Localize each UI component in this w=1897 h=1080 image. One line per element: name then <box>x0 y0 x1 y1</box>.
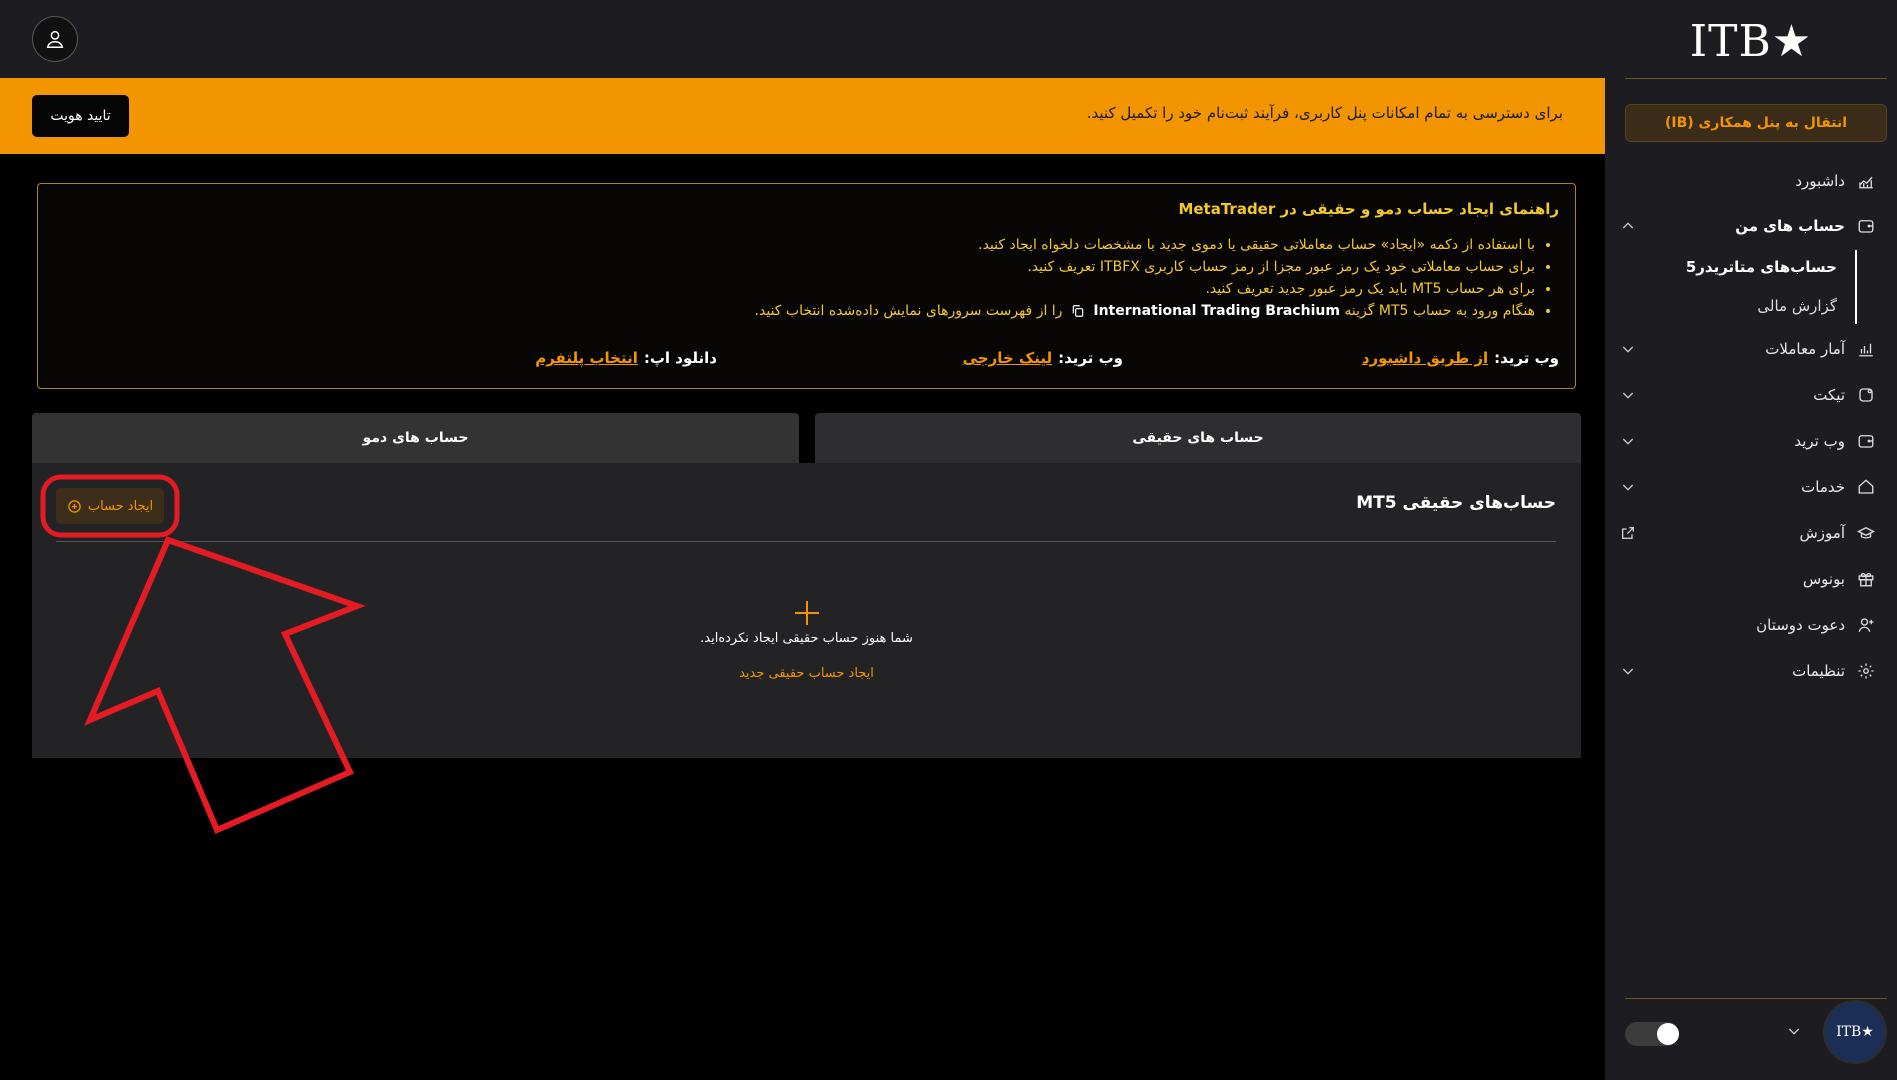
tab-real-accounts[interactable]: حساب های حقیقی <box>815 413 1581 463</box>
guide-item: هنگام ورود به حساب MT5 گزینه Internation… <box>755 300 1535 322</box>
bar-chart-icon <box>1855 338 1877 360</box>
create-real-account-link[interactable]: ایجاد حساب حقیقی جدید <box>32 666 1581 681</box>
link-label: وب ترید: <box>1494 349 1559 367</box>
chevron-up-icon[interactable] <box>1617 215 1639 237</box>
submenu-indicator <box>1855 250 1857 324</box>
plus-icon <box>795 601 819 625</box>
sidebar-item-label: آموزش <box>1799 524 1845 542</box>
plus-circle-icon <box>68 499 81 513</box>
user-icon <box>46 30 64 48</box>
sidebar-subitem-mt5-accounts[interactable]: حساب‌های متاتریدر5 <box>1686 258 1837 276</box>
sidebar-item-trade-stats[interactable]: آمار معاملات <box>1617 334 1877 364</box>
sidebar-item-services[interactable]: خدمات <box>1617 472 1877 502</box>
sidebar-item-label: حساب های من <box>1735 217 1845 235</box>
gear-icon <box>1855 660 1877 682</box>
guide-title: راهنمای ایجاد حساب دمو و حقیقی در MetaTr… <box>1178 200 1559 218</box>
metatrader-guide: راهنمای ایجاد حساب دمو و حقیقی در MetaTr… <box>37 183 1576 389</box>
user-profile-button[interactable] <box>32 16 78 62</box>
guide-item: برای حساب معاملاتی خود یک رمز عبور مجزا … <box>755 256 1535 278</box>
ticket-icon <box>1855 384 1877 406</box>
webtrade-dashboard: وب ترید: از طریق داشبورد <box>1362 349 1559 367</box>
sidebar-item-label: دعوت دوستان <box>1756 616 1845 634</box>
create-account-label: ایجاد حساب <box>87 498 154 514</box>
wallet-icon <box>1855 430 1877 452</box>
graduation-cap-icon <box>1855 522 1877 544</box>
user-plus-icon <box>1855 614 1877 636</box>
panel-divider <box>56 541 1556 542</box>
chevron-down-icon[interactable] <box>1617 476 1639 498</box>
sidebar-item-label: تیکت <box>1813 386 1845 404</box>
chevron-down-icon[interactable] <box>1617 430 1639 452</box>
banner-text: برای دسترسی به تمام امکانات پنل کاربری، … <box>1086 104 1563 122</box>
link-label: دانلود اپ: <box>643 349 717 367</box>
real-accounts-panel: حساب‌های حقیقی MT5 ایجاد حساب شما هنوز ح… <box>32 463 1581 758</box>
sidebar-item-label: بونوس <box>1802 570 1845 588</box>
sidebar-divider <box>1625 78 1887 79</box>
sidebar-item-ticket[interactable]: تیکت <box>1617 380 1877 410</box>
panel-title: حساب‌های حقیقی MT5 <box>1356 493 1556 513</box>
sidebar-item-label: آمار معاملات <box>1765 340 1845 358</box>
create-account-button[interactable]: ایجاد حساب <box>56 488 164 524</box>
chevron-down-icon[interactable] <box>1617 338 1639 360</box>
ib-panel-button[interactable]: انتقال به پنل همکاری (IB) <box>1625 104 1887 142</box>
sidebar-item-education[interactable]: آموزش <box>1617 518 1877 548</box>
top-header <box>0 0 1605 78</box>
tab-demo-accounts[interactable]: حساب های دمو <box>32 413 799 463</box>
choose-platform-link[interactable]: انتخاب پلتفرم <box>535 349 638 367</box>
wallet-icon <box>1855 215 1877 237</box>
sidebar-item-settings[interactable]: تنظیمات <box>1617 656 1877 686</box>
sidebar-item-invite-friends[interactable]: دعوت دوستان <box>1617 610 1877 640</box>
chevron-down-icon[interactable] <box>1617 384 1639 406</box>
guide-list: با استفاده از دکمه «ایجاد» حساب معاملاتی… <box>755 234 1535 322</box>
sidebar-item-label: داشبورد <box>1795 172 1845 190</box>
chevron-down-icon[interactable] <box>1783 1020 1805 1042</box>
home-icon <box>1855 476 1877 498</box>
guide-item-text: هنگام ورود به حساب MT5 گزینه <box>1344 303 1535 319</box>
sidebar-item-label: وب ترید <box>1794 432 1845 450</box>
chevron-down-icon[interactable] <box>1617 660 1639 682</box>
guide-item: با استفاده از دکمه «ایجاد» حساب معاملاتی… <box>755 234 1535 256</box>
download-app: دانلود اپ: انتخاب پلتفرم <box>535 349 717 367</box>
sidebar-item-bonus[interactable]: بونوس <box>1617 564 1877 594</box>
link-label: وب ترید: <box>1058 349 1123 367</box>
sidebar-item-my-accounts[interactable]: حساب های من <box>1617 211 1877 241</box>
guide-item: برای هر حساب MT5 باید یک رمز عبور جدید ت… <box>755 278 1535 300</box>
empty-state-text: شما هنوز حساب حقیقی ایجاد نکرده‌اید. <box>700 631 913 646</box>
registration-banner: برای دسترسی به تمام امکانات پنل کاربری، … <box>0 78 1605 154</box>
sidebar-item-label: خدمات <box>1801 478 1845 496</box>
itb-logo[interactable]: ITB★ <box>1605 16 1897 67</box>
copy-icon[interactable] <box>1071 304 1085 318</box>
toggle-knob <box>1657 1023 1679 1045</box>
server-name: International Trading Brachium <box>1093 303 1340 319</box>
sidebar-item-dashboard[interactable]: داشبورد <box>1617 166 1877 196</box>
brand-avatar[interactable]: ITB★ <box>1823 1000 1887 1064</box>
sidebar-divider <box>1625 998 1887 999</box>
sidebar-subitem-financial-report[interactable]: گزارش مالی <box>1757 297 1837 315</box>
sidebar-item-webtrade[interactable]: وب ترید <box>1617 426 1877 456</box>
verify-identity-button[interactable]: تایید هویت <box>32 95 129 137</box>
guide-links: وب ترید: از طریق داشبورد وب ترید: لینک خار… <box>54 349 1559 371</box>
guide-item-text: را از فهرست سرورهای نمایش داده‌شده انتخا… <box>754 303 1063 319</box>
gift-icon <box>1855 568 1877 590</box>
external-link-icon[interactable] <box>1617 522 1639 544</box>
dashboard-link[interactable]: از طریق داشبورد <box>1362 349 1488 367</box>
sidebar-item-label: تنظیمات <box>1792 662 1845 680</box>
webtrade-external: وب ترید: لینک خارجی <box>963 349 1123 367</box>
sidebar: ITB★ انتقال به پنل همکاری (IB) داشبورد ح… <box>1605 0 1897 1080</box>
external-link[interactable]: لینک خارجی <box>963 349 1053 367</box>
chart-trend-icon <box>1855 170 1877 192</box>
